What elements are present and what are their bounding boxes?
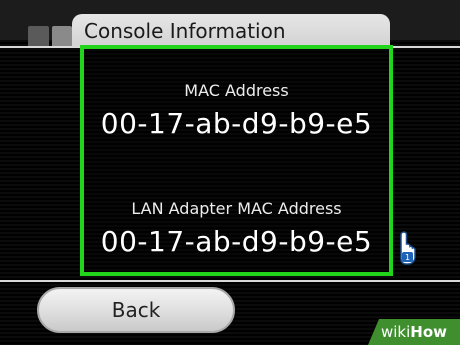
mac-address-value: 00-17-ab-d9-b9-e5 xyxy=(100,107,373,140)
lan-adapter-mac-value: 00-17-ab-d9-b9-e5 xyxy=(100,225,373,258)
watermark-how-text: How xyxy=(410,323,447,341)
mac-address-label: MAC Address xyxy=(184,81,289,100)
bottom-divider xyxy=(0,280,460,282)
console-info-panel: MAC Address 00-17-ab-d9-b9-e5 LAN Adapte… xyxy=(80,45,393,276)
pointing-hand-icon: 1 xyxy=(400,231,416,265)
back-button[interactable]: Back xyxy=(37,287,235,333)
lan-adapter-mac-label: LAN Adapter MAC Address xyxy=(131,199,342,218)
title-decoration xyxy=(28,26,72,48)
page-title: Console Information xyxy=(84,19,286,43)
watermark-wiki-text: wiki xyxy=(380,323,411,341)
console-information-screen: Console Information MAC Address 00-17-ab… xyxy=(0,0,460,345)
player-number-label: 1 xyxy=(405,253,410,262)
wikihow-watermark: wiki How xyxy=(368,319,460,345)
title-decoration-block xyxy=(51,26,72,48)
title-bar: Console Information xyxy=(0,0,460,48)
title-decoration-block xyxy=(28,26,49,48)
title-tab: Console Information xyxy=(72,14,390,48)
